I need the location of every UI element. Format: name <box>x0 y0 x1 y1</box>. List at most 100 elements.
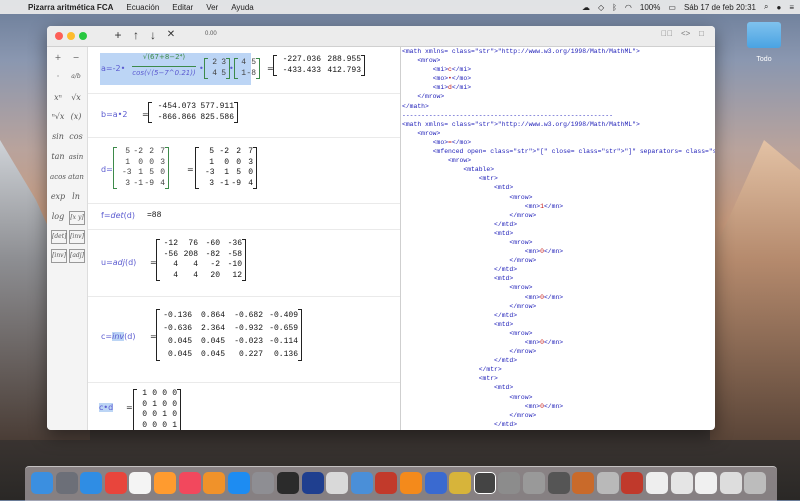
tool-icon[interactable] <box>424 472 447 494</box>
finder-icon[interactable] <box>31 472 53 494</box>
palette-ln[interactable]: ln <box>67 190 85 204</box>
row-a-lhs[interactable]: a=-2• <box>101 64 125 73</box>
close-window-button[interactable] <box>55 32 63 40</box>
equation-row-b[interactable]: b=a•2 = -454.073 577.911 -866.866 825.586 <box>88 93 400 138</box>
row-a-matrix-1[interactable]: 23 45 <box>204 58 230 79</box>
row-f-lhs[interactable]: f=det(d) <box>101 211 135 220</box>
palette-acos[interactable]: acos <box>49 170 67 184</box>
unetcams-icon[interactable] <box>301 472 324 494</box>
palette-asin[interactable]: asin <box>67 150 85 164</box>
app-icon[interactable] <box>523 472 545 494</box>
palette-sin[interactable]: sin <box>49 130 67 144</box>
palette-plus[interactable]: + <box>49 51 67 65</box>
calendar-icon[interactable] <box>129 472 152 494</box>
row-d-lhs[interactable]: d= <box>101 165 113 174</box>
chrome-icon[interactable] <box>104 472 127 494</box>
equation-row-cd[interactable]: c•d = 1000 0100 0010 0001 <box>88 382 400 430</box>
launchpad-icon[interactable] <box>55 472 78 494</box>
siri-icon[interactable]: ● <box>776 3 781 12</box>
palette-matrix[interactable]: [x y] <box>69 211 85 225</box>
desktop-folder-icon[interactable] <box>747 22 781 48</box>
safari-icon[interactable] <box>80 472 103 494</box>
sublime-icon[interactable] <box>154 472 176 494</box>
battery-percent[interactable]: 100% <box>640 3 660 12</box>
pdf-icon[interactable] <box>621 472 644 494</box>
equation-row-f[interactable]: f=det(d) =88 <box>88 203 400 230</box>
equation-row-u[interactable]: u=adj(d) = -12 76 -60 -36 -56 208 -82 -58 4 4 -2… <box>88 229 400 297</box>
palette-atan[interactable]: atan <box>67 170 85 184</box>
delete-row-button[interactable]: ✕ <box>164 28 178 42</box>
equation-row-d[interactable]: d= 5 -2 2 7 1003 -3 1 5 0 3 -1 -9 4 = 5 -2 2 7 1003 … <box>88 137 400 204</box>
menu-app-name[interactable]: Pizarra aritmética FCA <box>28 3 113 12</box>
music-icon[interactable] <box>178 472 201 494</box>
move-down-button[interactable]: ↓ <box>146 28 160 42</box>
mathml-source-pane[interactable]: <math xmlns= class="str">"http://www.w3.… <box>402 47 715 430</box>
app-icon[interactable] <box>547 472 570 494</box>
books-icon[interactable] <box>203 472 226 494</box>
palette-fraction[interactable]: a/b <box>67 70 85 84</box>
palette-cos[interactable]: cos <box>67 130 85 144</box>
doc-icon[interactable] <box>646 472 668 494</box>
wifi-icon[interactable]: ◠ <box>625 3 632 12</box>
search-icon[interactable]: ⌕ <box>764 2 768 12</box>
palette-tan[interactable]: tan <box>49 150 67 164</box>
code-icon[interactable]: <> <box>681 29 690 38</box>
palette-minus[interactable]: − <box>67 51 85 65</box>
row-a-matrix-2[interactable]: 45 1 -8 <box>234 58 260 79</box>
palette-power[interactable]: xⁿ <box>49 91 67 105</box>
add-row-button[interactable]: + <box>111 28 125 42</box>
bluetooth-icon[interactable]: ᛒ <box>612 3 617 12</box>
folder-icon[interactable] <box>350 472 373 494</box>
palette-exp[interactable]: exp <box>49 190 67 204</box>
terminal-icon[interactable] <box>277 472 299 494</box>
menu-list-icon[interactable]: ≡ <box>789 3 794 12</box>
vlc-icon[interactable] <box>400 472 422 494</box>
ftp-icon[interactable] <box>375 472 398 494</box>
menu-ayuda[interactable]: Ayuda <box>231 3 254 12</box>
palette-adj[interactable]: [adj] <box>69 249 85 263</box>
palette-inv[interactable]: [inv] <box>51 249 67 263</box>
palette-nroot[interactable]: ⁿ√x <box>49 110 67 124</box>
row-d-input-matrix[interactable]: 5 -2 2 7 1003 -3 1 5 0 3 -1 -9 4 <box>113 147 169 189</box>
appstore-icon[interactable] <box>227 472 250 494</box>
palette-times[interactable]: · <box>49 70 67 84</box>
doc-icon[interactable] <box>670 472 693 494</box>
doc-icon[interactable] <box>695 472 718 494</box>
palette-parens[interactable]: (x) <box>67 110 85 124</box>
scanner-icon[interactable] <box>326 472 349 494</box>
apple-icon[interactable] <box>8 2 18 12</box>
mathml-icon[interactable] <box>596 472 619 494</box>
panel-icon[interactable]: □ <box>699 29 704 38</box>
dropbox-icon[interactable]: ◇ <box>598 3 604 12</box>
row-a-fraction-numerator[interactable]: √(67+8−2⁴) <box>130 53 198 61</box>
equation-row-a[interactable]: a=-2• √(67+8−2⁴) cos(√(5−7^0.21)) • 23 4… <box>88 47 400 94</box>
settings-icon[interactable] <box>252 472 275 494</box>
move-up-button[interactable]: ↑ <box>129 28 143 42</box>
row-u-lhs[interactable]: u=adj(d) <box>101 258 136 267</box>
zoom-window-button[interactable] <box>79 32 87 40</box>
colors-icon[interactable] <box>449 472 472 494</box>
battery-icon[interactable]: ▭ <box>668 3 676 12</box>
doc-icon[interactable] <box>719 472 742 494</box>
row-c-lhs[interactable]: c=inv(d) <box>101 332 135 341</box>
palette-det[interactable]: [det] <box>51 230 67 244</box>
palette-sqrt[interactable]: √x <box>67 91 85 105</box>
pizarra-icon[interactable] <box>473 472 496 494</box>
app-icon[interactable] <box>498 472 521 494</box>
row-cd-lhs[interactable]: c•d <box>99 403 114 412</box>
menu-editar[interactable]: Editar <box>172 3 193 12</box>
equation-row-c[interactable]: c=inv(d) = -0.136 0.864 -0.682 -0.409 -0.63… <box>88 296 400 383</box>
trash-icon[interactable] <box>744 472 767 494</box>
menu-ecuacion[interactable]: Ecuación <box>126 3 159 12</box>
pane-divider[interactable] <box>400 47 401 430</box>
palette-inv-matrix[interactable]: [inv] <box>69 230 85 244</box>
menu-datetime[interactable]: Sáb 17 de feb 20:31 <box>684 3 756 12</box>
menu-ver[interactable]: Ver <box>206 3 218 12</box>
play-icon[interactable]: ▷⃒ <box>661 29 673 38</box>
minimize-window-button[interactable] <box>67 32 75 40</box>
palette-log[interactable]: log <box>49 210 67 224</box>
cloud-icon[interactable]: ☁ <box>582 3 590 12</box>
row-a-fraction-denominator[interactable]: cos(√(5−7^0.21)) <box>130 69 198 77</box>
desktop-folder-label[interactable]: Todo <box>740 56 788 63</box>
row-b-lhs[interactable]: b=a•2 <box>101 110 128 119</box>
